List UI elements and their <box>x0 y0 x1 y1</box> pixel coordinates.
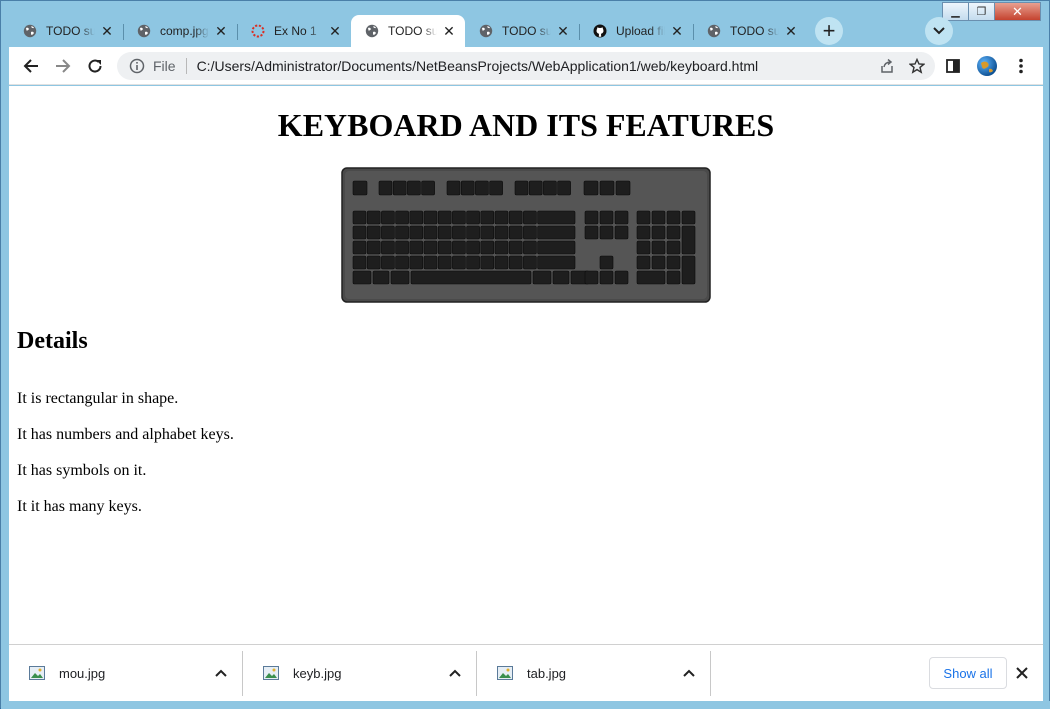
download-options-button[interactable] <box>443 661 467 685</box>
globe-icon <box>365 24 379 38</box>
details-heading: Details <box>17 328 88 354</box>
image-file-icon <box>497 666 513 680</box>
url-scheme-label: File <box>153 58 176 74</box>
tab-close-icon[interactable]: ✕ <box>99 23 115 39</box>
forward-arrow-icon <box>56 58 71 73</box>
share-icon[interactable] <box>879 58 895 74</box>
address-bar[interactable]: File C:/Users/Administrator/Documents/Ne… <box>117 52 935 80</box>
tab-close-icon[interactable]: ✕ <box>669 23 685 39</box>
kebab-menu-icon <box>1019 58 1023 74</box>
download-filename: tab.jpg <box>527 665 567 681</box>
globe-icon <box>707 24 721 38</box>
download-shelf: mou.jpg keyb.jpg tab.jpg Show all <box>9 644 1043 701</box>
image-file-icon <box>29 666 45 680</box>
tab-close-icon[interactable]: ✕ <box>441 23 457 39</box>
back-arrow-icon <box>23 58 38 73</box>
show-all-downloads-button[interactable]: Show all <box>929 657 1007 689</box>
download-item[interactable]: tab.jpg <box>477 645 711 702</box>
profile-avatar[interactable] <box>975 54 999 78</box>
image-file-icon <box>263 666 279 680</box>
github-icon <box>593 24 607 38</box>
tab-search-button[interactable] <box>925 17 953 45</box>
tab-title: TODO supply a title <box>730 24 779 38</box>
download-item[interactable]: mou.jpg <box>9 645 243 702</box>
close-icon <box>1016 667 1028 679</box>
side-panel-icon <box>946 59 960 73</box>
tab-close-icon[interactable]: ✕ <box>555 23 571 39</box>
tab-title: TODO supply a title <box>388 24 437 38</box>
tab-close-icon[interactable]: ✕ <box>213 23 229 39</box>
toolbar-right-buttons <box>941 47 1033 85</box>
tab-title: comp.jpg <box>160 24 209 38</box>
menu-button[interactable] <box>1009 54 1033 78</box>
browser-tab[interactable]: TODO supply a title ✕ <box>465 15 579 47</box>
forward-button[interactable] <box>47 50 79 82</box>
tab-strip: TODO supply a title✕comp.jpg✕Ex No 1✕TOD… <box>9 13 1043 47</box>
url-text[interactable]: C:/Users/Administrator/Documents/NetBean… <box>197 58 759 74</box>
detail-line-3: It has symbols on it. <box>17 462 147 479</box>
browser-window: ▁ ❐ ✕ TODO supply a title✕comp.jpg✕Ex No… <box>0 0 1050 709</box>
detail-line-4: It it has many keys. <box>17 498 142 515</box>
download-item[interactable]: keyb.jpg <box>243 645 477 702</box>
tab-title: TODO supply a title <box>46 24 95 38</box>
omnibox-divider <box>185 58 187 74</box>
chevron-up-icon <box>683 669 695 677</box>
download-options-button[interactable] <box>209 661 233 685</box>
chevron-down-icon <box>933 27 945 35</box>
new-tab-button[interactable]: + <box>815 17 843 45</box>
browser-toolbar: File C:/Users/Administrator/Documents/Ne… <box>9 47 1043 85</box>
download-filename: mou.jpg <box>59 665 106 681</box>
detail-line-1: It is rectangular in shape. <box>17 390 179 407</box>
globe-icon <box>137 24 151 38</box>
bookmark-star-icon[interactable] <box>909 58 925 74</box>
browser-tab[interactable]: TODO supply a title ✕ <box>693 15 807 47</box>
keyboard-image <box>341 167 711 303</box>
close-shelf-button[interactable] <box>1011 662 1033 684</box>
info-icon[interactable] <box>129 58 145 74</box>
globe-icon <box>479 24 493 38</box>
side-panel-button[interactable] <box>941 54 965 78</box>
back-button[interactable] <box>15 50 47 82</box>
tab-close-icon[interactable]: ✕ <box>327 23 343 39</box>
loading-icon <box>251 24 265 38</box>
download-options-button[interactable] <box>677 661 701 685</box>
reload-icon <box>88 59 102 73</box>
omnibox-actions <box>879 58 925 74</box>
browser-tab[interactable]: Ex No 1 ✕ <box>237 15 351 47</box>
tab-close-icon[interactable]: ✕ <box>783 23 799 39</box>
tab-title: TODO supply a title <box>502 24 551 38</box>
download-filename: keyb.jpg <box>293 665 342 681</box>
detail-line-2: It has numbers and alphabet keys. <box>17 426 234 443</box>
globe-icon <box>23 24 37 38</box>
chevron-up-icon <box>449 669 461 677</box>
chevron-up-icon <box>215 669 227 677</box>
browser-tab[interactable]: TODO supply a title ✕ <box>351 15 465 47</box>
reload-button[interactable] <box>79 50 111 82</box>
browser-tab[interactable]: TODO supply a title ✕ <box>9 15 123 47</box>
browser-tab[interactable]: Upload files ✕ <box>579 15 693 47</box>
avatar-globe-icon <box>977 56 997 76</box>
page-viewport: KEYBOARD AND ITS FEATURES Details It is … <box>9 86 1043 644</box>
browser-tab[interactable]: comp.jpg ✕ <box>123 15 237 47</box>
page-title: KEYBOARD AND ITS FEATURES <box>277 107 775 143</box>
tab-title: Upload files <box>616 24 665 38</box>
tab-title: Ex No 1 <box>274 24 317 38</box>
